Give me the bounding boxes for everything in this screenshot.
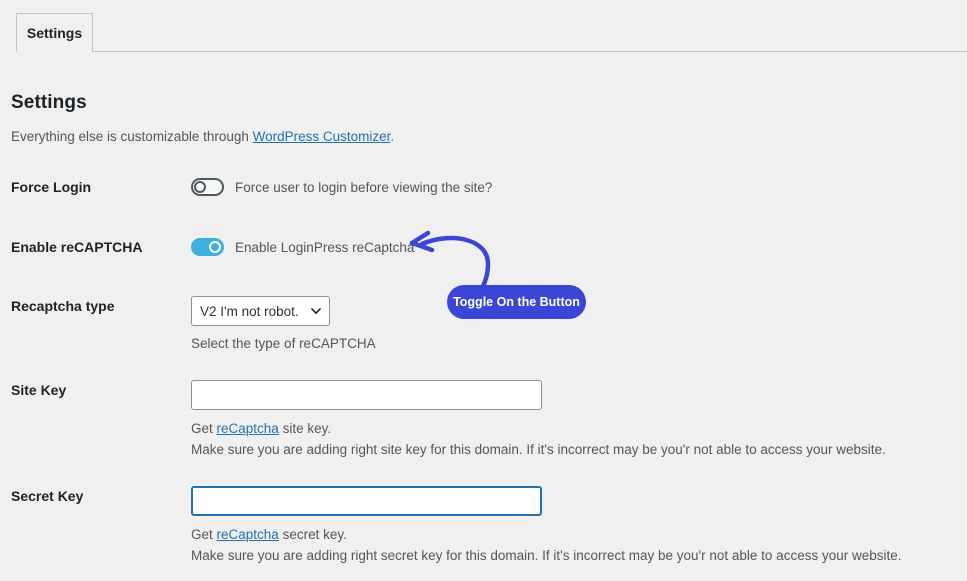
field-site-key: Get reCaptcha site key. Make sure you ar… <box>191 380 886 457</box>
field-recaptcha-type: V2 I'm not robot. Select the type of reC… <box>191 296 376 351</box>
wordpress-customizer-link[interactable]: WordPress Customizer <box>253 129 391 144</box>
force-login-toggle-line: Force user to login before viewing the s… <box>191 178 492 196</box>
secret-key-help-line1: Get reCaptcha secret key. <box>191 527 901 542</box>
recaptcha-type-select[interactable]: V2 I'm not robot. <box>191 296 330 326</box>
site-key-input[interactable] <box>191 380 542 410</box>
enable-recaptcha-toggle[interactable] <box>191 238 224 256</box>
site-key-recaptcha-link[interactable]: reCaptcha <box>217 421 279 436</box>
chevron-down-icon <box>311 308 321 314</box>
tab-strip: Settings <box>0 0 967 52</box>
recaptcha-type-help: Select the type of reCAPTCHA <box>191 336 376 351</box>
site-key-help-line2: Make sure you are adding right site key … <box>191 442 886 457</box>
secret-key-input[interactable] <box>191 486 542 516</box>
tab-settings[interactable]: Settings <box>16 13 93 52</box>
toggle-knob-icon <box>194 181 206 193</box>
secret-key-help-line2: Make sure you are adding right secret ke… <box>191 548 902 563</box>
field-secret-key: Get reCaptcha secret key. Make sure you … <box>191 486 901 563</box>
page-subtitle: Everything else is customizable through … <box>11 129 394 144</box>
callout-bubble: Toggle On the Button <box>447 285 586 319</box>
secret-key-help-prefix: Get <box>191 527 217 542</box>
tab-strip-baseline <box>16 51 967 52</box>
site-key-help-line1: Get reCaptcha site key. <box>191 421 886 436</box>
page-subtitle-prefix: Everything else is customizable through <box>11 129 253 144</box>
label-secret-key: Secret Key <box>11 488 84 504</box>
callout-bubble-text: Toggle On the Button <box>453 295 580 309</box>
site-key-help-prefix: Get <box>191 421 217 436</box>
label-site-key: Site Key <box>11 382 67 398</box>
page-subtitle-suffix: . <box>390 129 395 144</box>
recaptcha-type-selected-value: V2 I'm not robot. <box>200 303 299 319</box>
label-force-login: Force Login <box>11 179 92 195</box>
force-login-toggle-label: Force user to login before viewing the s… <box>235 179 493 195</box>
secret-key-help-suffix: secret key. <box>278 527 347 542</box>
label-enable-recaptcha: Enable reCAPTCHA <box>11 239 143 255</box>
enable-recaptcha-toggle-label: Enable LoginPress reCaptcha <box>235 239 415 255</box>
field-force-login: Force user to login before viewing the s… <box>191 178 492 196</box>
enable-recaptcha-toggle-line: Enable LoginPress reCaptcha <box>191 238 414 256</box>
site-key-help-suffix: site key. <box>278 421 332 436</box>
secret-key-recaptcha-link[interactable]: reCaptcha <box>217 527 279 542</box>
toggle-knob-icon <box>209 241 221 253</box>
tab-settings-label: Settings <box>26 25 83 41</box>
field-enable-recaptcha: Enable LoginPress reCaptcha <box>191 238 414 256</box>
label-recaptcha-type: Recaptcha type <box>11 298 115 314</box>
force-login-toggle[interactable] <box>191 178 224 196</box>
page-title: Settings <box>11 92 87 113</box>
